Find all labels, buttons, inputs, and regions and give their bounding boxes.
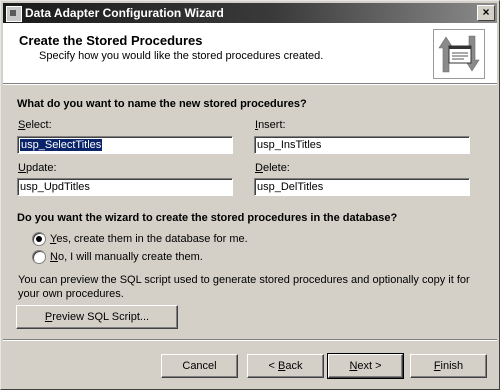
delete-label-rest: elete: [262,162,290,174]
header-separator-highlight [3,84,497,85]
create-no-radio[interactable] [32,250,46,264]
create-yes-rest: es, create them in the database for me. [56,233,248,245]
delete-name-field[interactable]: usp_DelTitles [254,178,470,196]
select-label: Select: [18,119,52,131]
names-heading: What do you want to name the new stored … [17,98,307,110]
back-button[interactable]: < Back [247,354,324,378]
create-heading: Do you want the wizard to create the sto… [17,212,398,224]
next-button[interactable]: Next > [327,353,404,379]
preview-sql-script-button[interactable]: Preview SQL Script... [16,305,178,329]
update-name-field[interactable]: usp_UpdTitles [17,178,233,196]
insert-label-rest: nsert: [258,119,286,131]
title-bar[interactable]: Data Adapter Configuration Wizard × [3,3,497,23]
stored-procedure-arrows-icon [433,29,485,79]
update-label-rest: pdate: [25,162,57,174]
select-label-rest: elect: [25,119,52,131]
create-yes-label[interactable]: Yes, create them in the database for me. [50,233,248,245]
select-name-field[interactable]: usp_SelectTitles [17,136,233,154]
preview-text-line2: your own procedures. [18,288,124,300]
select-name-value: usp_SelectTitles [20,139,103,151]
delete-label-key: D [255,162,263,174]
preview-button-rest: review SQL Script... [52,311,150,323]
close-button[interactable]: × [477,5,495,21]
wizard-header: Create the Stored Procedures Specify how… [3,23,497,83]
back-button-prefix: < [268,360,278,372]
back-button-rest: ack [285,360,303,372]
delete-label: Delete: [255,162,290,174]
finish-button[interactable]: Finish [410,354,487,378]
create-no-rest: o, I will manually create them. [57,251,203,263]
wizard-window: Data Adapter Configuration Wizard × Crea… [0,0,500,390]
update-label: Update: [18,162,57,174]
page-subtitle: Specify how you would like the stored pr… [39,50,324,62]
window-title: Data Adapter Configuration Wizard [25,6,224,20]
cancel-button[interactable]: Cancel [161,354,238,378]
create-yes-radio[interactable] [32,232,46,246]
footer-separator-highlight [3,340,497,341]
finish-button-rest: inish [440,360,464,372]
create-no-label[interactable]: No, I will manually create them. [50,251,203,263]
create-no-key: N [50,251,58,263]
wizard-app-icon [6,6,22,22]
preview-text-line1: You can preview the SQL script used to g… [18,274,470,286]
finish-button-key: F [433,360,441,372]
next-button-rest: ext > [357,360,382,372]
page-title: Create the Stored Procedures [19,33,203,48]
insert-name-field[interactable]: usp_InsTitles [254,136,470,154]
update-label-key: U [18,162,26,174]
insert-label: Insert: [255,119,286,131]
